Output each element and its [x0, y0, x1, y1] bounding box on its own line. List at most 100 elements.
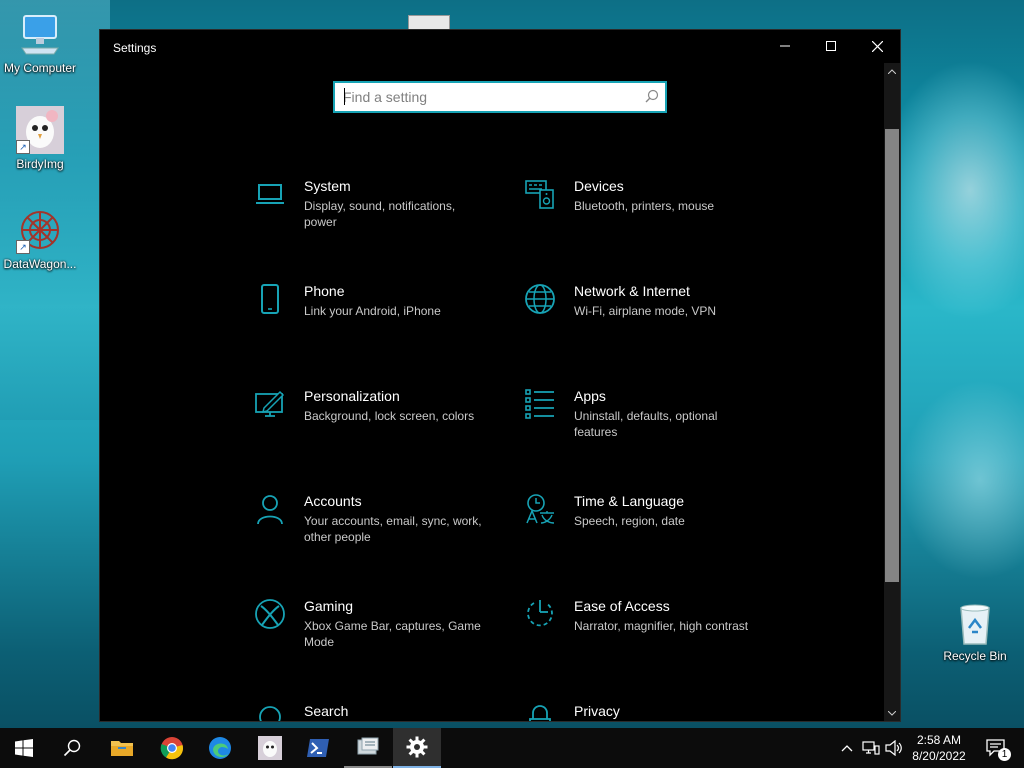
phone-icon [261, 284, 279, 314]
scrollbar-thumb[interactable] [885, 129, 899, 582]
category-name: Phone [304, 283, 345, 299]
taskbar-chrome[interactable] [148, 728, 196, 768]
category-name: Privacy [574, 703, 620, 719]
text-caret [344, 88, 345, 105]
taskbar-edge[interactable] [196, 728, 244, 768]
network-wired-icon [862, 741, 880, 755]
laptop-icon [256, 184, 284, 204]
taskbar-birdyimg[interactable] [246, 728, 294, 768]
category-search[interactable]: Search [254, 703, 494, 721]
vertical-scrollbar[interactable] [884, 63, 900, 721]
search-icon [63, 739, 81, 757]
clock-date: 8/20/2022 [912, 749, 966, 763]
scroll-up-button[interactable] [884, 63, 900, 79]
person-icon [257, 495, 283, 525]
birdyimg-icon: ↗ [16, 106, 64, 154]
recycle-bin-icon [953, 602, 997, 646]
computer-icon [16, 10, 64, 58]
notification-center-button[interactable]: 1 [978, 728, 1014, 768]
scroll-down-button[interactable] [884, 705, 900, 721]
desktop-icon-recycle-bin[interactable]: Recycle Bin [935, 602, 1015, 663]
category-description: Speech, region, date [574, 514, 685, 528]
category-name: Accounts [304, 493, 362, 509]
taskbar-powershell[interactable] [294, 728, 342, 768]
shortcut-arrow-icon: ↗ [16, 140, 30, 154]
category-name: Personalization [304, 388, 400, 404]
minimize-button[interactable] [762, 30, 808, 62]
close-button[interactable] [854, 30, 900, 62]
start-button[interactable] [0, 728, 48, 768]
desktop-icon-label: Recycle Bin [943, 649, 1007, 663]
category-name: Gaming [304, 598, 354, 614]
network-tray-button[interactable] [859, 728, 883, 768]
title-bar[interactable]: Settings [100, 30, 900, 63]
desktop-icon-label: My Computer [3, 61, 77, 75]
minimize-icon [780, 45, 790, 47]
taskbar-clock[interactable]: 2:58 AM 8/20/2022 [904, 732, 974, 764]
category-privacy[interactable]: Privacy [524, 703, 764, 721]
file-explorer-icon [111, 741, 133, 756]
category-description: Your accounts, email, sync, work, other … [304, 514, 482, 544]
category-description: Uninstall, defaults, optional features [574, 409, 718, 439]
category-name: System [304, 178, 351, 194]
category-personalization[interactable]: Personalization Background, lock screen,… [254, 388, 494, 468]
desktop-icon-datawagon[interactable]: ↗ DataWagon... [0, 206, 80, 271]
birdyimg-icon [258, 736, 282, 760]
speaker-icon [885, 740, 902, 756]
taskbar: 2:58 AM 8/20/2022 1 [0, 728, 1024, 768]
wallpaper-wave [880, 60, 1024, 320]
category-system[interactable]: System Display, sound, notifications, po… [254, 178, 494, 258]
xbox-icon [255, 599, 285, 629]
time-language-icon [526, 494, 555, 524]
shortcut-arrow-icon: ↗ [16, 240, 30, 254]
category-apps[interactable]: Apps Uninstall, defaults, optional featu… [524, 388, 764, 468]
category-description: Bluetooth, printers, mouse [574, 199, 715, 213]
edge-icon [209, 737, 231, 759]
desktop-icon-my-computer[interactable]: My Computer [0, 10, 80, 75]
chevron-down-icon [888, 710, 896, 716]
category-description: Narrator, magnifier, high contrast [574, 619, 749, 633]
taskbar-settings[interactable] [393, 728, 441, 768]
category-description: Wi-Fi, airplane mode, VPN [574, 304, 717, 318]
category-description: Background, lock screen, colors [304, 409, 475, 423]
show-hidden-icons-button[interactable] [836, 728, 858, 768]
desktop-icon-label: DataWagon... [3, 257, 77, 271]
globe-icon [525, 284, 555, 314]
category-name: Search [304, 703, 349, 719]
category-devices[interactable]: Devices Bluetooth, printers, mouse [524, 178, 764, 258]
category-name: Devices [574, 178, 624, 194]
chrome-icon [160, 737, 184, 760]
desktop-icon-birdyimg[interactable]: ↗ BirdyImg [0, 106, 80, 171]
maximize-icon [826, 41, 836, 51]
category-name: Ease of Access [574, 598, 670, 614]
clock-time: 2:58 AM [916, 733, 962, 747]
close-icon [871, 40, 883, 52]
category-network-internet[interactable]: Network & Internet Wi-Fi, airplane mode,… [524, 283, 764, 363]
volume-tray-button[interactable] [883, 728, 905, 768]
chevron-up-icon [888, 68, 896, 74]
maximize-button[interactable] [808, 30, 854, 62]
ease-of-access-icon [527, 600, 553, 627]
taskbar-file-explorer[interactable] [98, 728, 146, 768]
settings-search-box[interactable] [333, 81, 667, 113]
devices-icon [525, 180, 554, 209]
taskbar-search-button[interactable] [48, 728, 96, 768]
category-phone[interactable]: Phone Link your Android, iPhone [254, 283, 494, 363]
category-description: Display, sound, notifications, power [304, 199, 456, 229]
desktop-icon-label: BirdyImg [16, 157, 64, 171]
chevron-up-icon [841, 745, 853, 752]
start-icon [15, 739, 33, 757]
settings-search-input[interactable] [343, 87, 633, 107]
window-title: Settings [113, 41, 157, 55]
settings-gear-icon [406, 736, 428, 758]
category-ease-of-access[interactable]: Ease of Access Narrator, magnifier, high… [524, 598, 764, 678]
settings-window: Settings System Display, sound, notifica… [99, 29, 901, 722]
category-name: Time & Language [574, 493, 684, 509]
category-time-language[interactable]: Time & Language Speech, region, date [524, 493, 764, 573]
category-gaming[interactable]: Gaming Xbox Game Bar, captures, Game Mod… [254, 598, 494, 678]
powershell-icon [307, 739, 329, 757]
search-icon [259, 706, 281, 721]
notification-count-badge: 1 [998, 748, 1011, 761]
taskbar-server-manager[interactable] [344, 728, 392, 768]
category-accounts[interactable]: Accounts Your accounts, email, sync, wor… [254, 493, 494, 573]
